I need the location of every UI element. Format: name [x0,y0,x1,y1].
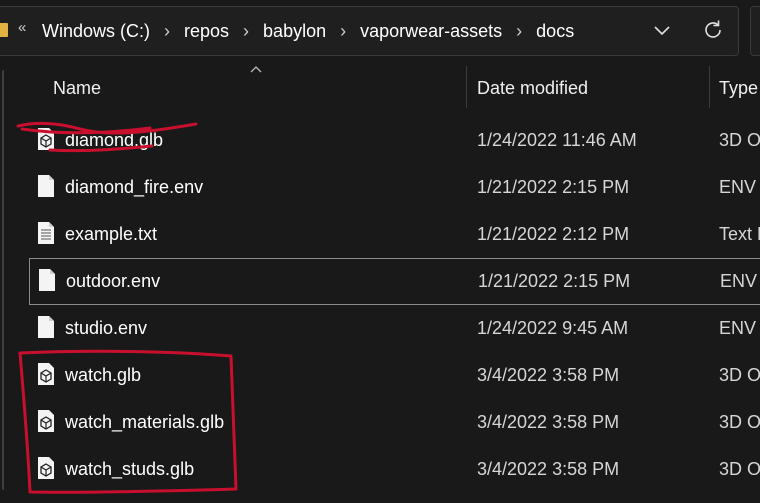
file-row[interactable]: diamond.glb 1/24/2022 11:46 AM 3D O [0,117,760,164]
file-icon [38,175,54,197]
file-row[interactable]: studio.env 1/24/2022 9:45 AM ENV F [0,305,760,352]
file-date: 1/24/2022 11:46 AM [477,130,637,150]
address-bar: « Windows (C:) › repos › babylon › vapor… [0,0,760,62]
column-header-type[interactable]: Type [719,78,758,99]
file-name: diamond.glb [65,130,164,150]
text-file-icon [38,222,54,244]
file-date: 1/21/2022 2:15 PM [477,177,630,197]
file-name: studio.env [65,318,148,338]
chevron-right-icon[interactable]: › [229,21,263,42]
folder-icon [0,23,8,37]
column-header: Name Date modified Type [0,64,760,116]
search-box[interactable] [750,6,760,56]
file-name: watch_materials.glb [65,412,225,432]
file-date: 1/24/2022 9:45 AM [477,318,629,338]
file-name: outdoor.env [66,271,161,291]
file-icon [38,316,54,338]
sort-ascending-icon [250,66,262,73]
file-name: watch.glb [65,365,142,385]
breadcrumb: Windows (C:) › repos › babylon › vaporwe… [42,18,574,44]
file-type: ENV F [720,271,760,291]
3d-object-icon [38,363,54,385]
breadcrumb-item-repos[interactable]: repos [184,21,229,42]
file-type: ENV F [719,177,760,197]
breadcrumb-item-babylon[interactable]: babylon [263,21,326,42]
chevron-right-icon[interactable]: › [502,21,536,42]
file-type: 3D O [719,130,760,150]
file-date: 3/4/2022 3:58 PM [477,412,620,432]
3d-object-icon [38,457,54,479]
file-icon [39,269,55,291]
file-type: Text D [719,224,760,244]
file-date: 1/21/2022 2:12 PM [477,224,630,244]
file-row[interactable]: watch_materials.glb 3/4/2022 3:58 PM 3D … [0,399,760,446]
file-row[interactable]: diamond_fire.env 1/21/2022 2:15 PM ENV F [0,164,760,211]
column-divider[interactable] [709,66,710,108]
column-header-name[interactable]: Name [53,78,101,99]
column-divider[interactable] [466,66,467,108]
file-type: 3D O [719,459,760,479]
file-list: diamond.glb 1/24/2022 11:46 AM 3D O diam… [0,117,760,493]
breadcrumb-item-vaporwear-assets[interactable]: vaporwear-assets [360,21,502,42]
breadcrumb-item-drive[interactable]: Windows (C:) [42,21,150,42]
refresh-icon[interactable] [698,15,728,45]
file-date: 3/4/2022 3:58 PM [477,365,620,385]
file-name: example.txt [65,224,158,244]
chevron-right-icon[interactable]: › [326,21,360,42]
file-row[interactable]: watch.glb 3/4/2022 3:58 PM 3D O [0,352,760,399]
file-row[interactable]: example.txt 1/21/2022 2:12 PM Text D [0,211,760,258]
file-type: 3D O [719,365,760,385]
3d-object-icon [38,128,54,150]
file-name: watch_studs.glb [65,459,195,479]
file-row-focused[interactable]: outdoor.env 1/21/2022 2:15 PM ENV F [29,258,760,305]
column-header-date-modified[interactable]: Date modified [477,78,588,99]
file-date: 3/4/2022 3:58 PM [477,459,620,479]
file-date: 1/21/2022 2:15 PM [478,271,631,291]
file-row[interactable]: watch_studs.glb 3/4/2022 3:58 PM 3D O [0,446,760,493]
3d-object-icon [38,410,54,432]
chevron-down-icon[interactable] [648,17,676,45]
breadcrumb-item-docs[interactable]: docs [536,21,574,42]
chevron-right-icon[interactable]: › [150,21,184,42]
file-type: 3D O [719,412,760,432]
file-name: diamond_fire.env [65,177,204,197]
file-type: ENV F [719,318,760,338]
breadcrumb-overflow-button[interactable]: « [18,19,26,36]
